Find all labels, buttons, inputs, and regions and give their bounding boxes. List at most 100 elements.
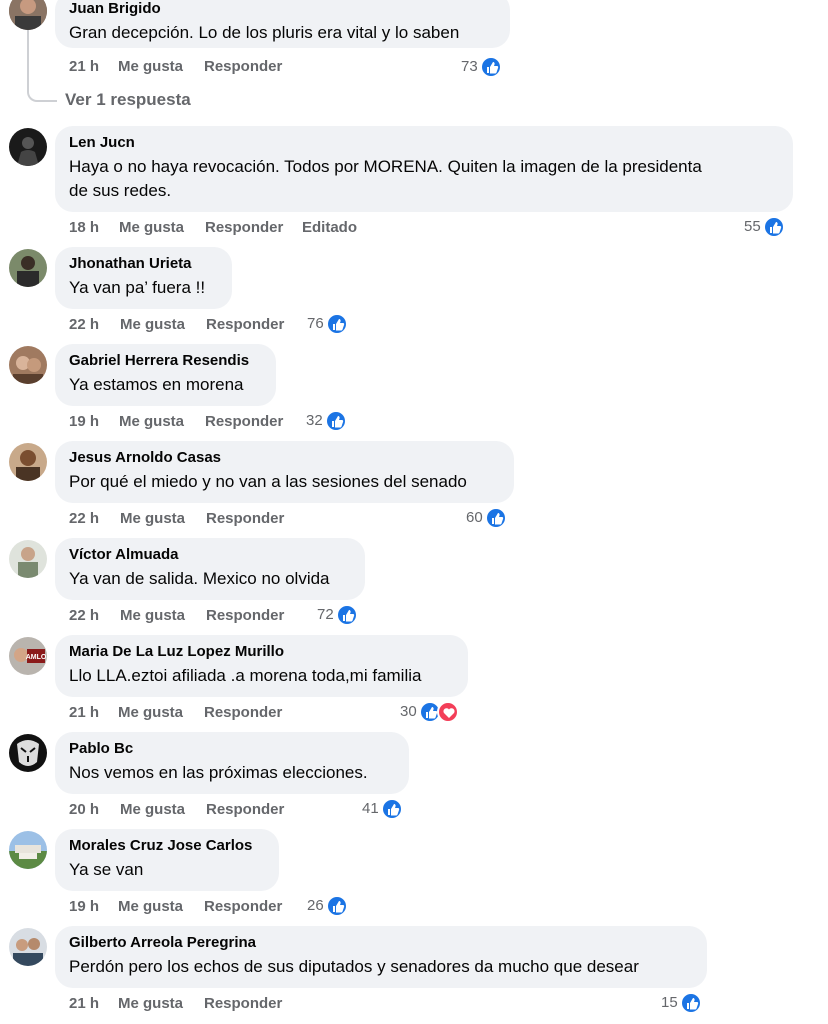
avatar[interactable] xyxy=(9,128,47,166)
reply-button[interactable]: Responder xyxy=(206,316,284,334)
comment-bubble: Víctor Almuada Ya van de salida. Mexico … xyxy=(55,538,365,600)
reply-button[interactable]: Responder xyxy=(206,801,284,819)
reply-button[interactable]: Responder xyxy=(205,219,283,237)
view-replies-link[interactable]: Ver 1 respuesta xyxy=(65,90,191,110)
comment-bubble: Gabriel Herrera Resendis Ya estamos en m… xyxy=(55,344,276,406)
comment-author[interactable]: Len Jucn xyxy=(69,134,779,152)
comment-time[interactable]: 22 h xyxy=(69,510,99,528)
comment-time[interactable]: 19 h xyxy=(69,898,99,916)
reply-button[interactable]: Responder xyxy=(204,898,282,916)
reply-button[interactable]: Responder xyxy=(204,704,282,722)
comment-text: Ya se van xyxy=(69,860,144,879)
like-reaction-icon xyxy=(335,604,358,626)
comment-author[interactable]: Maria De La Luz Lopez Murillo xyxy=(69,643,454,661)
comment-text: Llo LLA.eztoi afiliada .a morena toda,mi… xyxy=(69,666,422,685)
comment-author[interactable]: Gabriel Herrera Resendis xyxy=(69,352,262,370)
reaction-count: 26 xyxy=(307,897,324,914)
reaction-count: 41 xyxy=(362,800,379,817)
comment-bubble: Pablo Bc Nos vemos en las próximas elecc… xyxy=(55,732,409,794)
like-reaction-icon xyxy=(679,992,702,1014)
reactions[interactable]: 55 xyxy=(744,216,785,238)
comment-text: Ya van pa’ fuera !! xyxy=(69,278,206,297)
reactions[interactable]: 15 xyxy=(661,992,702,1014)
comment-time[interactable]: 22 h xyxy=(69,607,99,625)
avatar[interactable] xyxy=(9,540,47,578)
reactions[interactable]: 26 xyxy=(307,895,348,917)
like-reaction-icon xyxy=(324,410,347,432)
reaction-count: 32 xyxy=(306,412,323,429)
like-button[interactable]: Me gusta xyxy=(120,607,185,625)
reactions[interactable]: 60 xyxy=(466,507,507,529)
comment-author[interactable]: Pablo Bc xyxy=(69,740,395,758)
like-button[interactable]: Me gusta xyxy=(120,510,185,528)
reaction-count: 72 xyxy=(317,606,334,623)
like-reaction-icon xyxy=(479,56,502,78)
reply-button[interactable]: Responder xyxy=(206,510,284,528)
reactions[interactable]: 41 xyxy=(362,798,403,820)
comment-author[interactable]: Morales Cruz Jose Carlos xyxy=(69,837,265,855)
thread-connector xyxy=(27,30,57,102)
comment-text: Nos vemos en las próximas elecciones. xyxy=(69,763,368,782)
comments-list: Juan Brigido Gran decepción. Lo de los p… xyxy=(0,0,828,1024)
reactions[interactable]: 30 xyxy=(400,701,459,723)
reaction-count: 60 xyxy=(466,509,483,526)
reactions[interactable]: 32 xyxy=(306,410,347,432)
comment-bubble: Jhonathan Urieta Ya van pa’ fuera !! xyxy=(55,247,232,309)
comment-text: Gran decepción. Lo de los pluris era vit… xyxy=(69,23,460,42)
comment-author[interactable]: Víctor Almuada xyxy=(69,546,351,564)
reply-button[interactable]: Responder xyxy=(204,58,282,76)
avatar[interactable] xyxy=(9,0,47,30)
reply-button[interactable]: Responder xyxy=(205,413,283,431)
avatar[interactable] xyxy=(9,734,47,772)
like-reaction-icon xyxy=(325,895,348,917)
comment-author[interactable]: Juan Brigido xyxy=(69,0,496,18)
like-reaction-icon xyxy=(484,507,507,529)
reaction-count: 55 xyxy=(744,218,761,235)
reactions[interactable]: 72 xyxy=(317,604,358,626)
comment-author[interactable]: Jhonathan Urieta xyxy=(69,255,218,273)
comment-time[interactable]: 22 h xyxy=(69,316,99,334)
avatar-text: AMLO xyxy=(26,654,47,661)
comment-text-line: Haya o no haya revocación. Todos por MOR… xyxy=(69,157,702,176)
comment-time[interactable]: 19 h xyxy=(69,413,99,431)
comment-bubble: Gilberto Arreola Peregrina Perdón pero l… xyxy=(55,926,707,988)
comment-time[interactable]: 21 h xyxy=(69,995,99,1013)
reply-button[interactable]: Responder xyxy=(204,995,282,1013)
comment-text: Por qué el miedo y no van a las sesiones… xyxy=(69,472,467,491)
reactions[interactable]: 76 xyxy=(307,313,348,335)
like-reaction-icon xyxy=(325,313,348,335)
like-button[interactable]: Me gusta xyxy=(120,801,185,819)
like-button[interactable]: Me gusta xyxy=(118,995,183,1013)
comment-bubble: Juan Brigido Gran decepción. Lo de los p… xyxy=(55,0,510,48)
avatar[interactable] xyxy=(9,831,47,869)
comment-time[interactable]: 21 h xyxy=(69,704,99,722)
edited-label[interactable]: Editado xyxy=(302,219,357,237)
comment-author[interactable]: Jesus Arnoldo Casas xyxy=(69,449,500,467)
like-button[interactable]: Me gusta xyxy=(118,704,183,722)
like-reaction-icon xyxy=(762,216,785,238)
comment-author[interactable]: Gilberto Arreola Peregrina xyxy=(69,934,693,952)
comment-text-line: de sus redes. xyxy=(69,181,172,200)
reply-button[interactable]: Responder xyxy=(206,607,284,625)
comment-bubble: Jesus Arnoldo Casas Por qué el miedo y n… xyxy=(55,441,514,503)
like-button[interactable]: Me gusta xyxy=(119,219,184,237)
avatar[interactable] xyxy=(9,928,47,966)
comment-time[interactable]: 21 h xyxy=(69,58,99,76)
comment-bubble: Maria De La Luz Lopez Murillo Llo LLA.ez… xyxy=(55,635,468,697)
reactions[interactable]: 73 xyxy=(461,56,502,78)
reaction-count: 73 xyxy=(461,58,478,75)
reaction-count: 76 xyxy=(307,315,324,332)
love-reaction-icon xyxy=(436,701,459,723)
comment-time[interactable]: 18 h xyxy=(69,219,99,237)
like-button[interactable]: Me gusta xyxy=(118,58,183,76)
like-button[interactable]: Me gusta xyxy=(120,316,185,334)
avatar[interactable] xyxy=(9,346,47,384)
comment-text: Ya van de salida. Mexico no olvida xyxy=(69,569,330,588)
avatar[interactable] xyxy=(9,443,47,481)
avatar[interactable]: AMLO xyxy=(9,637,47,675)
avatar[interactable] xyxy=(9,249,47,287)
like-button[interactable]: Me gusta xyxy=(118,898,183,916)
like-button[interactable]: Me gusta xyxy=(119,413,184,431)
comment-text: Haya o no haya revocación. Todos por MOR… xyxy=(69,155,779,203)
comment-time[interactable]: 20 h xyxy=(69,801,99,819)
